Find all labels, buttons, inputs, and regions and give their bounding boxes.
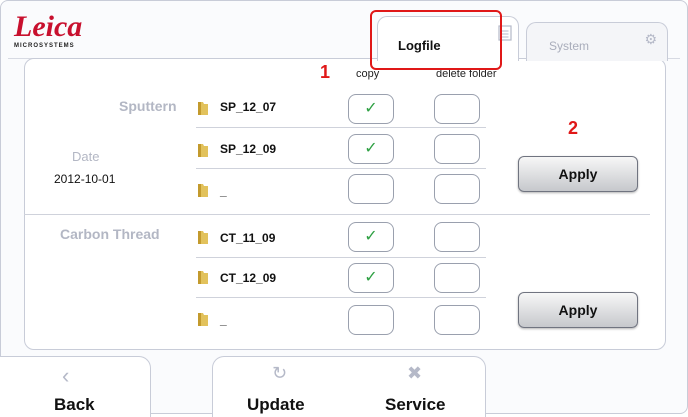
folder-icon xyxy=(196,227,214,245)
service-label: Service xyxy=(385,395,446,414)
folder-icon xyxy=(196,309,214,327)
row-divider xyxy=(196,127,486,128)
copy-checkbox-empty-2[interactable] xyxy=(348,305,394,335)
delete-checkbox-sp-12-07[interactable] xyxy=(434,94,480,124)
folder-name: CT_12_09 xyxy=(220,271,277,285)
group-label-carbon-thread: Carbon Thread xyxy=(60,226,160,242)
refresh-icon: ↻ xyxy=(272,363,288,383)
apply-button-carbon-thread[interactable]: Apply xyxy=(518,292,638,328)
folder-icon xyxy=(196,98,214,116)
copy-checkbox-empty-1[interactable] xyxy=(348,174,394,204)
delete-checkbox-ct-12-09[interactable] xyxy=(434,263,480,293)
group-label-sputtern: Sputtern xyxy=(119,98,177,114)
folder-name: _ xyxy=(220,184,227,198)
copy-checkbox-sp-12-09[interactable]: ✓ xyxy=(348,134,394,164)
logo-subtitle: MICROSYSTEMS xyxy=(14,43,75,49)
delete-checkbox-ct-11-09[interactable] xyxy=(434,222,480,252)
apply-button-sputtern[interactable]: Apply xyxy=(518,156,638,192)
leica-logo: Leica xyxy=(14,10,83,43)
tab-system-label: System xyxy=(549,39,590,53)
copy-checkbox-sp-12-07[interactable]: ✓ xyxy=(348,94,394,124)
group-divider xyxy=(24,214,650,215)
copy-checkbox-ct-12-09[interactable]: ✓ xyxy=(348,263,394,293)
back-button[interactable]: ‹ Back xyxy=(0,356,151,417)
date-value: 2012-10-01 xyxy=(54,172,116,186)
folder-name: SP_12_07 xyxy=(220,100,277,114)
row-divider xyxy=(196,257,486,258)
gear-icon: ⚙ xyxy=(644,31,657,47)
back-label: Back xyxy=(54,395,95,414)
update-service-group: ↻ Update ✖ Service xyxy=(212,356,486,417)
delete-checkbox-empty-2[interactable] xyxy=(434,305,480,335)
annotation-1: 1 xyxy=(320,62,331,82)
service-button[interactable]: ✖ Service xyxy=(349,357,485,417)
folder-name: _ xyxy=(220,313,227,327)
row-divider xyxy=(196,297,486,298)
tools-icon: ✖ xyxy=(407,363,423,383)
delete-checkbox-empty-1[interactable] xyxy=(434,174,480,204)
folder-icon xyxy=(196,180,214,198)
copy-checkbox-ct-11-09[interactable]: ✓ xyxy=(348,222,394,252)
annotation-2: 2 xyxy=(568,118,579,138)
folder-icon xyxy=(196,267,214,285)
logfile-tab-highlight xyxy=(370,10,502,70)
folder-name: SP_12_09 xyxy=(220,142,277,156)
row-divider xyxy=(196,168,486,169)
folder-icon xyxy=(196,140,214,158)
chevron-left-icon: ‹ xyxy=(62,363,70,388)
update-label: Update xyxy=(247,395,305,414)
date-label: Date xyxy=(72,149,100,164)
folder-name: CT_11_09 xyxy=(220,231,276,245)
delete-checkbox-sp-12-09[interactable] xyxy=(434,134,480,164)
update-button[interactable]: ↻ Update xyxy=(213,357,349,417)
tab-system[interactable]: System ⚙ xyxy=(526,22,668,61)
